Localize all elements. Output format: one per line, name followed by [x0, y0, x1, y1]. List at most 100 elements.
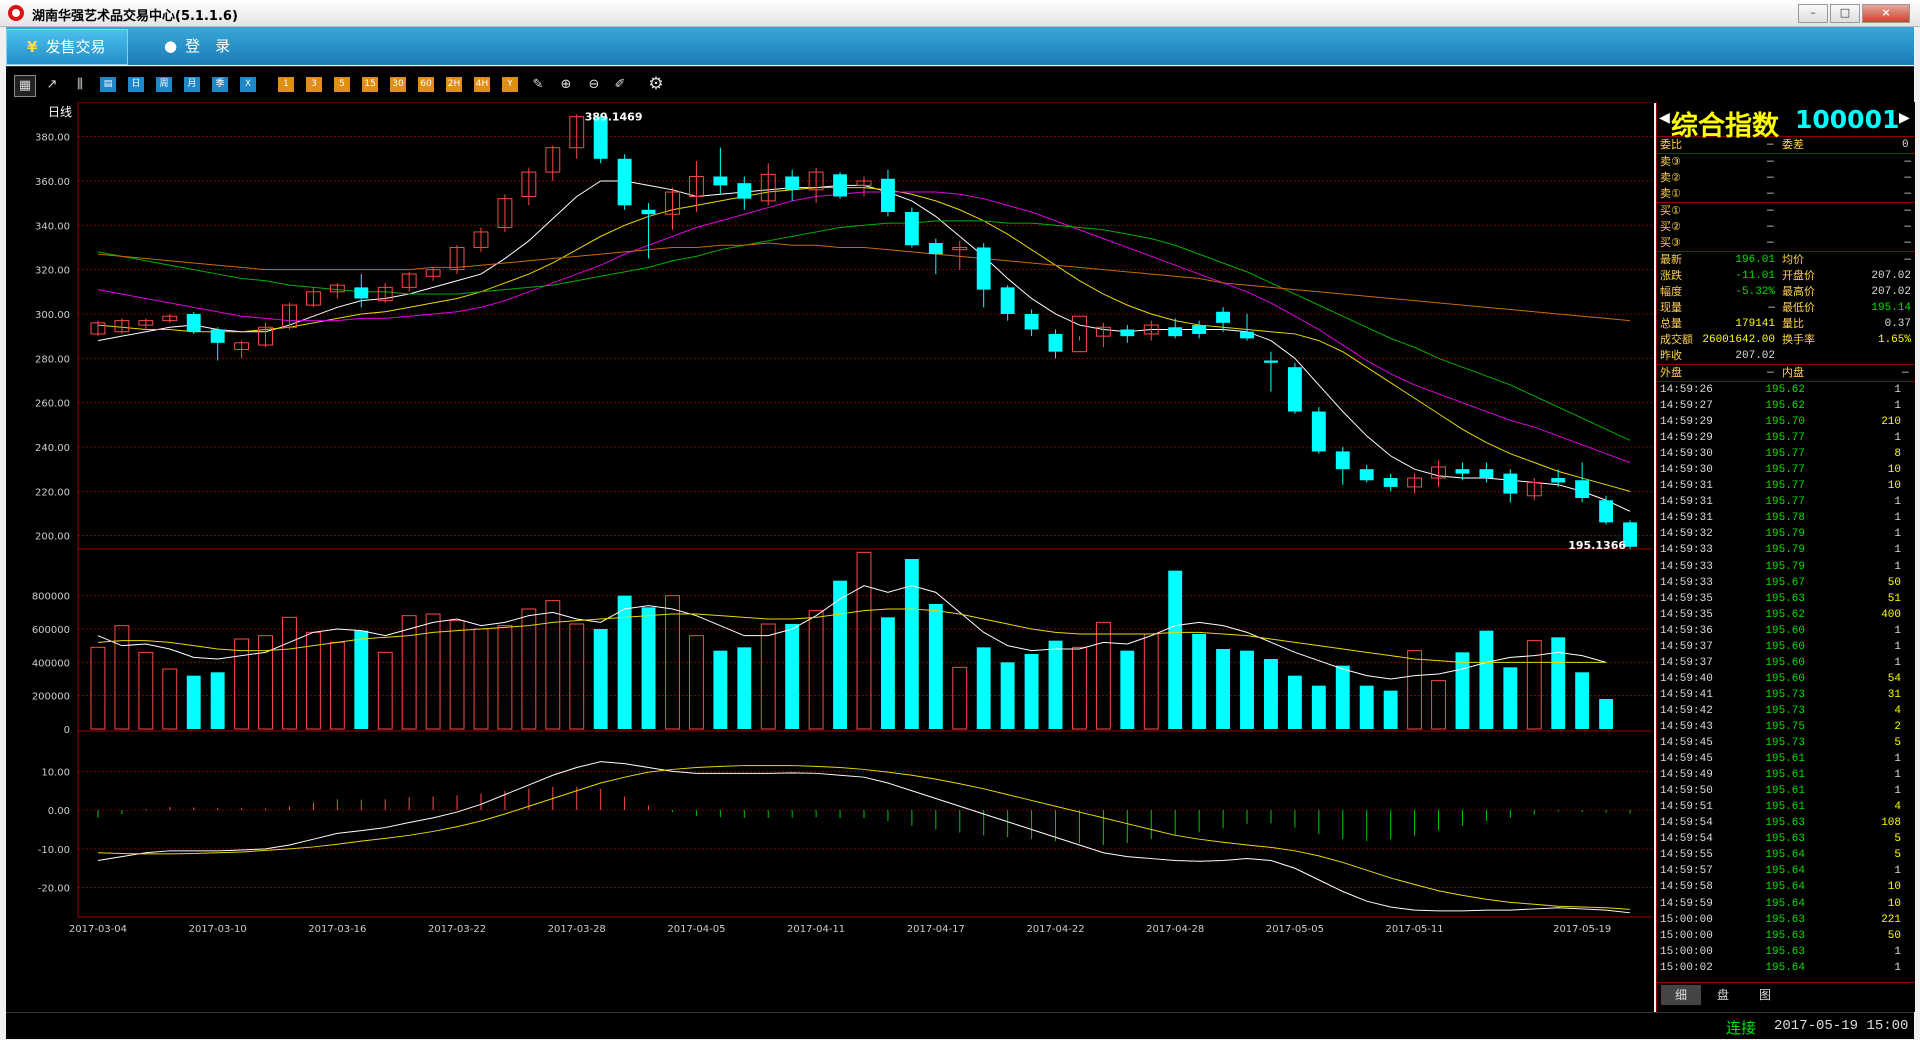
x-axis-date-label: 2017-03-10 — [189, 924, 247, 935]
stat-label: 现量 — [1660, 301, 1682, 314]
stat-label: 均价 — [1782, 253, 1804, 266]
candle-body — [1000, 287, 1015, 314]
tick-price: 195.77 — [1765, 464, 1805, 477]
tab-login[interactable]: ● 登 录 — [144, 29, 264, 63]
price-tick-label: 320.00 — [35, 266, 70, 277]
diff-value: 0 — [1902, 139, 1909, 151]
toolbar-period-30[interactable]: 30 — [390, 77, 406, 92]
tick-time: 14:59:29 — [1660, 432, 1713, 445]
tick-volume: 5 — [1894, 737, 1901, 750]
kline-chart[interactable]: 380.00 360.00 340.00 320.00 300.00 280.00 260.… — [6, 102, 1654, 1012]
stat-row: 总量 179141 量比 0.37 — [1657, 316, 1915, 332]
tab-detail[interactable]: 细 — [1661, 985, 1701, 1005]
next-symbol-icon[interactable]: ▶ — [1899, 107, 1910, 129]
panel-tabs: 细盘图 — [1657, 982, 1915, 1007]
tick-row: 14:59:54 195.63 108 — [1657, 815, 1915, 831]
x-axis-date-label: 2017-05-11 — [1386, 924, 1444, 935]
tab-issue-trade[interactable]: ¥ 发售交易 — [6, 29, 128, 65]
toolbar-draw-icon[interactable]: ✐ — [612, 77, 628, 92]
tick-row: 14:59:31 195.78 1 — [1657, 510, 1915, 526]
volume-bar — [1526, 640, 1542, 730]
buy-label: 买① — [1660, 204, 1681, 217]
stat-label: 最新 — [1660, 253, 1682, 266]
stat-label: 幅度 — [1660, 285, 1682, 298]
stat-label: 成交额 — [1660, 333, 1693, 346]
user-icon: ● — [164, 37, 178, 55]
candle-body — [1216, 311, 1231, 323]
toolbar-period-week[interactable]: 周 — [156, 77, 172, 92]
tick-row: 14:59:30 195.77 10 — [1657, 462, 1915, 478]
tick-price: 195.77 — [1765, 496, 1805, 509]
toolbar-zoom-out-icon[interactable]: ⊖ — [586, 77, 602, 92]
tick-time: 14:59:58 — [1660, 881, 1713, 894]
sell-price: — — [1767, 156, 1774, 168]
tick-time: 14:59:40 — [1660, 672, 1713, 685]
tick-price: 195.64 — [1765, 849, 1805, 862]
toolbar-period-60[interactable]: 60 — [418, 77, 434, 92]
tick-row: 14:59:57 195.64 1 — [1657, 863, 1915, 879]
tab-graph[interactable]: 图 — [1745, 985, 1785, 1005]
kline-chart-area[interactable]: 380.00 360.00 340.00 320.00 300.00 280.00 260.… — [6, 102, 1654, 1012]
maximize-button[interactable]: □ — [1830, 4, 1860, 23]
tick-volume: 10 — [1887, 881, 1901, 894]
tick-time: 14:59:45 — [1660, 737, 1713, 750]
toolbar-bar-chart-icon[interactable]: ▦ — [14, 75, 36, 97]
tick-list[interactable]: 14:59:26 195.62 1 14:59:27 195.62 1 14:59:29 19… — [1657, 382, 1915, 976]
toolbar-period-5[interactable]: 5 — [334, 77, 350, 92]
toolbar-candle-icon[interactable]: ⫼ — [72, 77, 88, 92]
stat-row: 昨收 207.02 — [1657, 348, 1915, 364]
candle-body — [976, 247, 991, 290]
toolbar-period-y[interactable]: Y — [502, 77, 518, 92]
stat-value: 0.37 — [1884, 318, 1911, 330]
toolbar-calendar-icon[interactable]: ▤ — [100, 77, 116, 92]
volume-bar — [928, 604, 943, 729]
tab-book[interactable]: 盘 — [1703, 985, 1743, 1005]
volume-bar — [162, 668, 178, 730]
toolbar-zoom-in-icon[interactable]: ⊕ — [558, 77, 574, 92]
toolbar-period-x[interactable]: X — [240, 77, 256, 92]
tick-time: 14:59:27 — [1660, 400, 1713, 413]
tick-volume: 31 — [1887, 688, 1901, 701]
prev-symbol-icon[interactable]: ◀ — [1659, 107, 1670, 129]
tick-time: 14:59:54 — [1660, 817, 1713, 830]
price-ma-magenta-line — [97, 191, 1631, 463]
toolbar-line-chart-icon[interactable]: ↗ — [44, 77, 60, 92]
tick-time: 14:59:54 — [1660, 833, 1713, 846]
toolbar-period-day[interactable]: 日 — [128, 77, 144, 92]
buy-volume: — — [1904, 221, 1911, 233]
toolbar-settings-icon[interactable]: ⚙ — [648, 76, 664, 93]
tick-price: 195.62 — [1765, 400, 1805, 413]
price-tick-label: 260.00 — [35, 399, 70, 410]
toolbar-edit-icon[interactable]: ✎ — [530, 77, 546, 92]
price-ma-green-line — [97, 220, 1631, 441]
volume-bar — [521, 608, 537, 730]
volume-bar — [1311, 685, 1326, 729]
tick-volume: 1 — [1894, 400, 1901, 413]
tick-row: 14:59:27 195.62 1 — [1657, 398, 1915, 414]
connection-status: 连接 — [1726, 1019, 1757, 1037]
toolbar-period-4h[interactable]: 4H — [474, 77, 490, 92]
tick-volume: 10 — [1887, 480, 1901, 493]
tick-time: 15:00:00 — [1660, 945, 1713, 958]
buy-price: — — [1767, 221, 1774, 233]
close-button[interactable]: × — [1862, 4, 1910, 23]
tick-row: 14:59:58 195.64 10 — [1657, 879, 1915, 895]
outer-value: — — [1767, 367, 1774, 379]
volume-bar — [737, 647, 752, 729]
tick-row: 14:59:37 195.60 1 — [1657, 655, 1915, 671]
toolbar-period-15[interactable]: 15 — [362, 77, 378, 92]
toolbar-period-month[interactable]: 月 — [184, 77, 200, 92]
toolbar-period-2h[interactable]: 2H — [446, 77, 462, 92]
tick-price: 195.60 — [1765, 640, 1805, 653]
toolbar-period-1[interactable]: 1 — [278, 77, 294, 92]
toolbar-period-season[interactable]: 季 — [212, 77, 228, 92]
minimize-button[interactable]: – — [1798, 4, 1828, 23]
volume-ma-white-line — [97, 585, 1607, 680]
toolbar-period-3[interactable]: 3 — [306, 77, 322, 92]
sell-price: — — [1767, 172, 1774, 184]
macd-tick-label: -20.00 — [38, 884, 70, 895]
x-axis-date-label: 2017-04-11 — [787, 924, 845, 935]
volume-bar — [377, 651, 393, 730]
volume-bar — [1551, 637, 1566, 729]
candle-body — [904, 211, 919, 246]
